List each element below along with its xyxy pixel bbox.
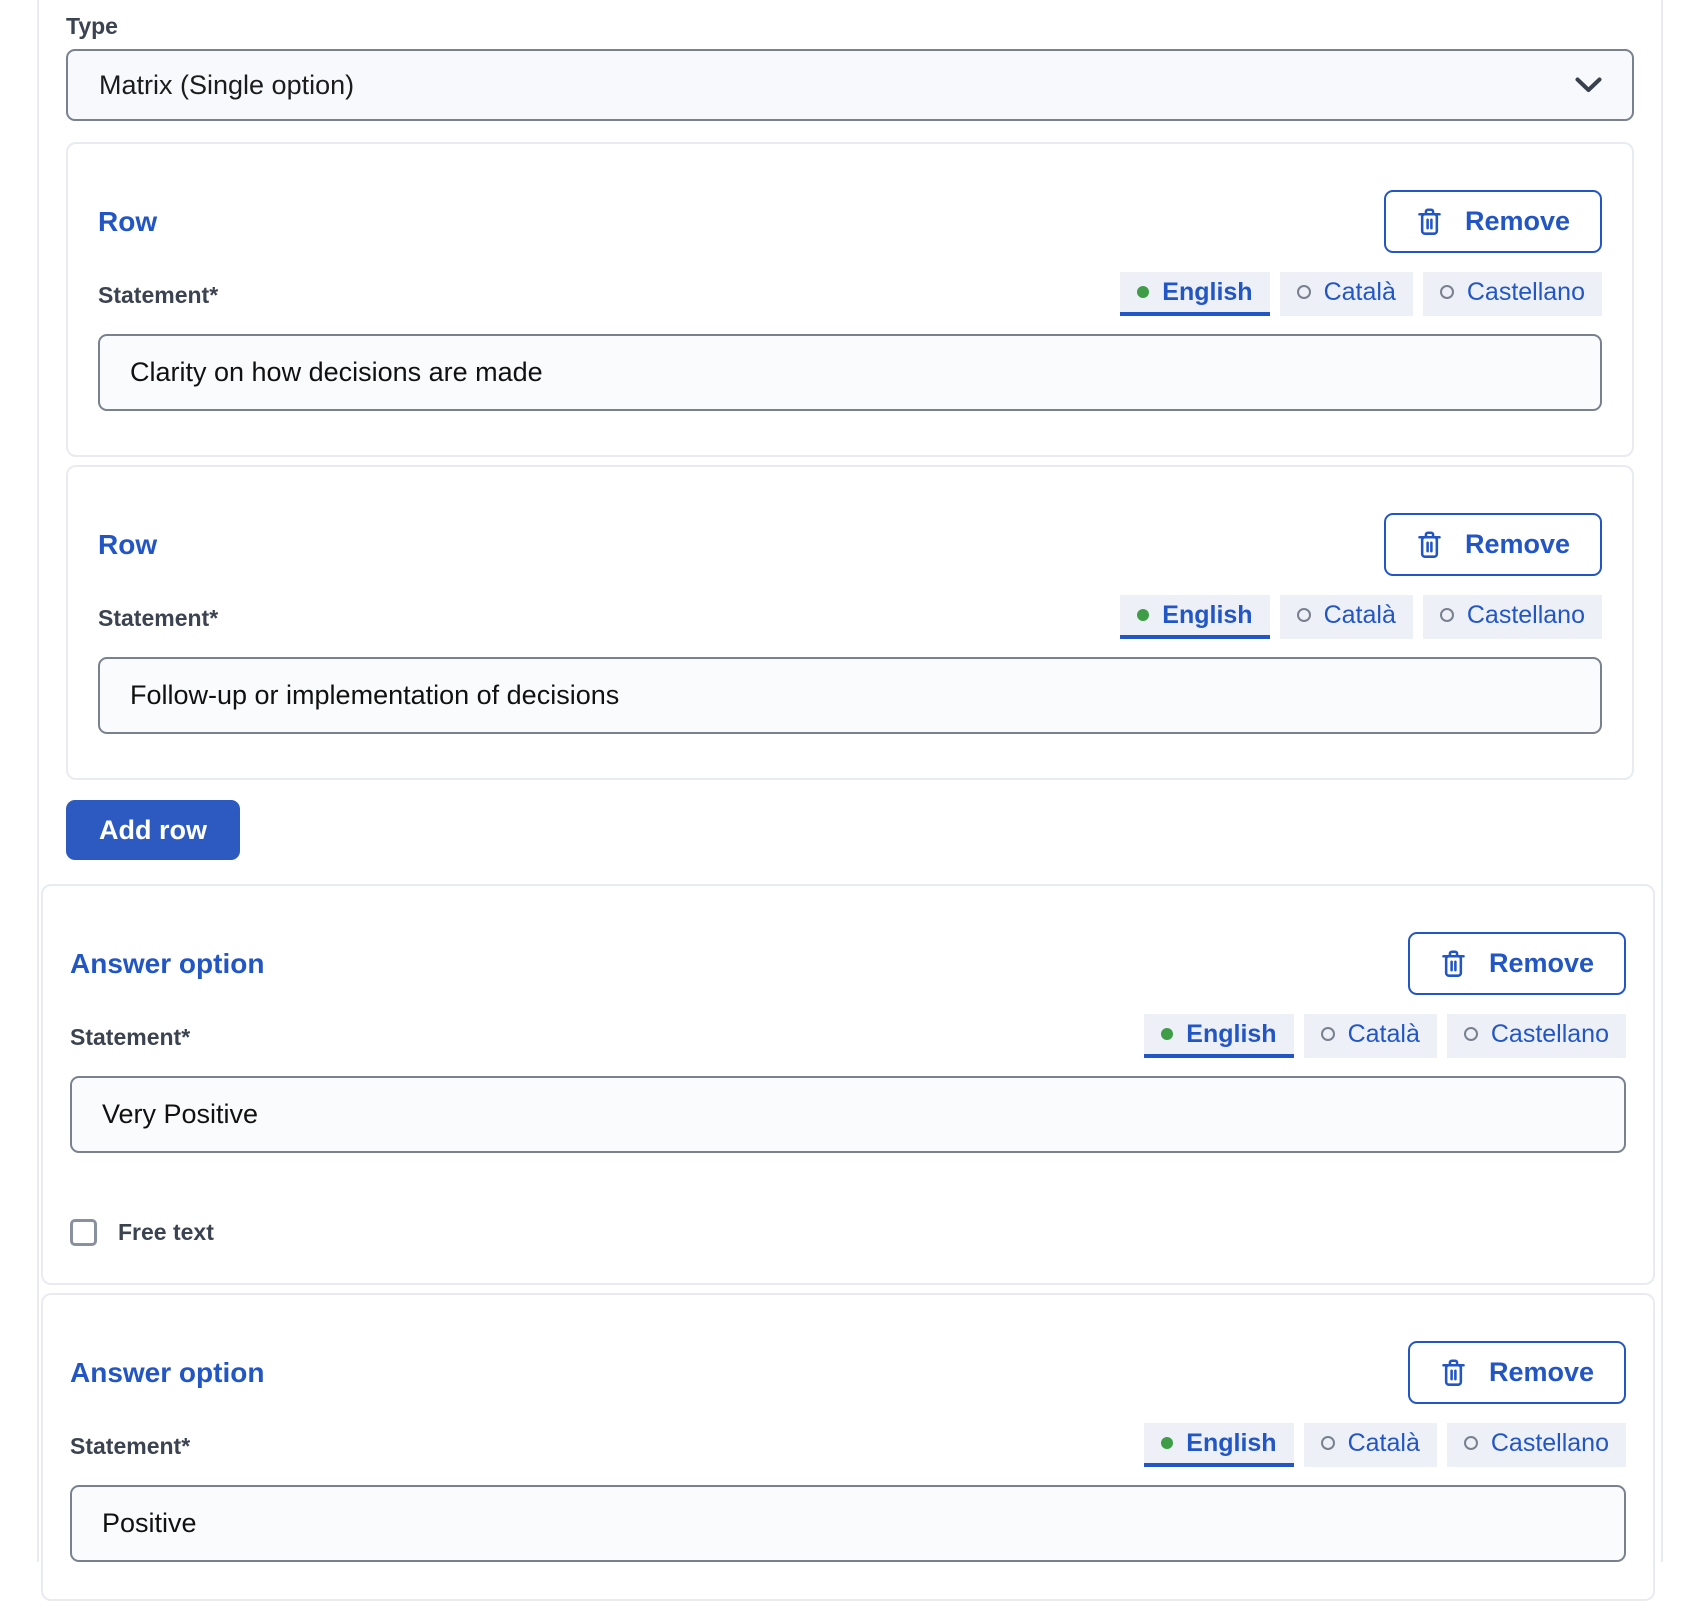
tab-language-english[interactable]: English [1120, 595, 1269, 639]
answer-option-card: Answer option Remove Statement* [41, 884, 1655, 1285]
tab-language-castellano[interactable]: Castellano [1447, 1014, 1626, 1058]
remove-row-button[interactable]: Remove [1384, 190, 1602, 253]
tab-language-castellano[interactable]: Castellano [1423, 595, 1602, 639]
remove-answer-option-button[interactable]: Remove [1408, 1341, 1626, 1404]
tab-language-castellano[interactable]: Castellano [1447, 1423, 1626, 1467]
free-text-label: Free text [118, 1219, 214, 1246]
statement-label: Statement* [70, 1024, 190, 1058]
tab-language-english[interactable]: English [1144, 1423, 1293, 1467]
remove-row-button[interactable]: Remove [1384, 513, 1602, 576]
question-type-selected-value: Matrix (Single option) [99, 70, 354, 101]
row-card-title: Row [98, 206, 157, 238]
language-tabs: English Català Castellano [1120, 595, 1602, 639]
remove-button-label: Remove [1465, 529, 1570, 560]
language-radio-icon [1464, 1436, 1478, 1450]
language-radio-icon [1440, 285, 1454, 299]
trash-icon [1416, 207, 1443, 237]
tab-language-catala[interactable]: Català [1280, 595, 1413, 639]
answer-option-statement-input[interactable] [70, 1076, 1626, 1153]
answer-option-statement-input[interactable] [70, 1485, 1626, 1562]
row-card: Row Remove Statement* [66, 465, 1634, 780]
language-radio-icon [1321, 1027, 1335, 1041]
row-statement-input[interactable] [98, 657, 1602, 734]
free-text-checkbox[interactable] [70, 1219, 97, 1246]
answer-option-card-title: Answer option [70, 1357, 264, 1389]
language-radio-icon [1440, 608, 1454, 622]
tab-language-castellano[interactable]: Castellano [1423, 272, 1602, 316]
selected-language-dot-icon [1161, 1437, 1173, 1449]
tab-language-english[interactable]: English [1120, 272, 1269, 316]
remove-button-label: Remove [1489, 948, 1594, 979]
language-tabs: English Català Castellano [1120, 272, 1602, 316]
question-type-select[interactable]: Matrix (Single option) [66, 49, 1634, 121]
selected-language-dot-icon [1137, 609, 1149, 621]
language-tabs: English Català Castellano [1144, 1014, 1626, 1058]
statement-label: Statement* [98, 282, 218, 316]
selected-language-dot-icon [1161, 1028, 1173, 1040]
tab-language-catala[interactable]: Català [1304, 1014, 1437, 1058]
tab-language-english[interactable]: English [1144, 1014, 1293, 1058]
answer-option-card: Answer option Remove Statement* [41, 1293, 1655, 1601]
language-radio-icon [1297, 608, 1311, 622]
answer-option-card-title: Answer option [70, 948, 264, 980]
language-tabs: English Català Castellano [1144, 1423, 1626, 1467]
language-radio-icon [1464, 1027, 1478, 1041]
selected-language-dot-icon [1137, 286, 1149, 298]
type-label: Type [66, 13, 1634, 40]
row-statement-input[interactable] [98, 334, 1602, 411]
tab-language-catala[interactable]: Català [1280, 272, 1413, 316]
chevron-down-icon [1575, 77, 1602, 93]
language-radio-icon [1321, 1436, 1335, 1450]
matrix-question-section: Type Matrix (Single option) Row [39, 0, 1661, 860]
statement-label: Statement* [70, 1433, 190, 1467]
row-card: Row Remove Statement* [66, 142, 1634, 457]
trash-icon [1440, 1358, 1467, 1388]
language-radio-icon [1297, 285, 1311, 299]
question-form-panel: Type Matrix (Single option) Row [37, 0, 1663, 1562]
remove-button-label: Remove [1489, 1357, 1594, 1388]
remove-answer-option-button[interactable]: Remove [1408, 932, 1626, 995]
free-text-option[interactable]: Free text [70, 1219, 1626, 1246]
trash-icon [1416, 530, 1443, 560]
row-card-title: Row [98, 529, 157, 561]
tab-language-catala[interactable]: Català [1304, 1423, 1437, 1467]
statement-label: Statement* [98, 605, 218, 639]
trash-icon [1440, 949, 1467, 979]
add-row-button[interactable]: Add row [66, 800, 240, 860]
remove-button-label: Remove [1465, 206, 1570, 237]
